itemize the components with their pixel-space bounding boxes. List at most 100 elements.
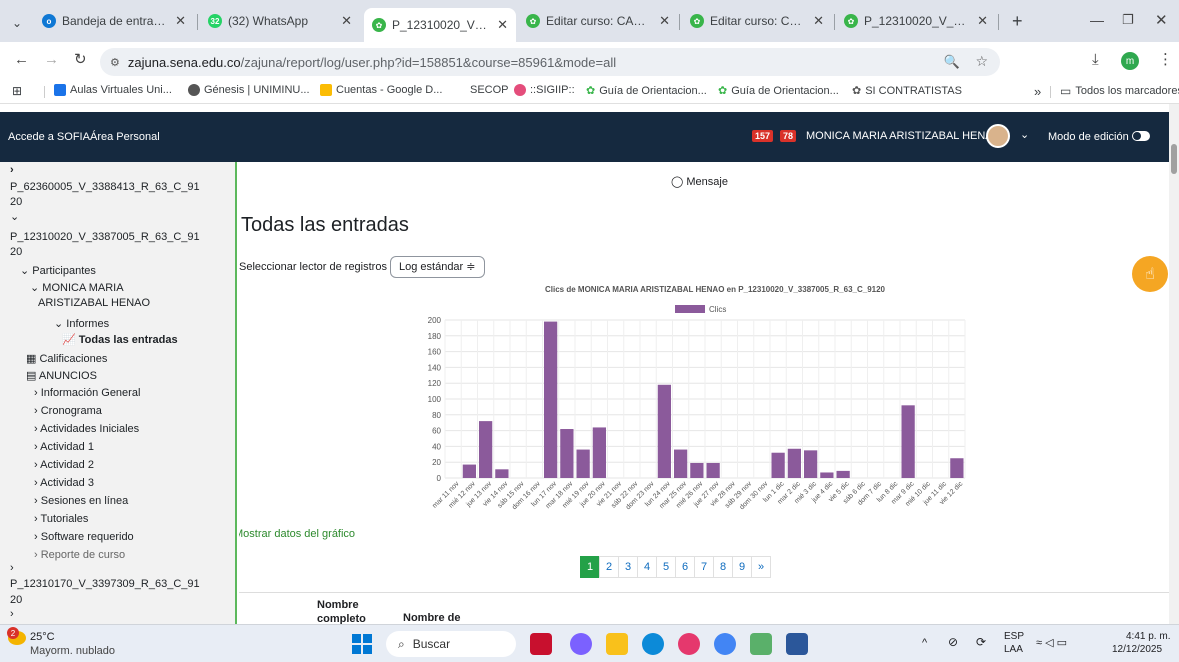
- file-explorer-icon[interactable]: [606, 633, 628, 655]
- column-header-fullname[interactable]: Nombre completo del: [317, 598, 383, 624]
- back-icon[interactable]: ←: [14, 51, 29, 68]
- clock-date[interactable]: 12/12/2025: [1112, 644, 1162, 655]
- sidebar-item-reporte[interactable]: › Reporte de curso: [34, 549, 125, 561]
- page-8[interactable]: 8: [713, 556, 733, 578]
- sidebar-item-anuncios[interactable]: ▤ ANUNCIOS: [26, 369, 97, 382]
- sidebar-item-participantes[interactable]: ⌄ Participantes: [20, 264, 96, 277]
- download-icon[interactable]: ⤓: [1092, 51, 1099, 68]
- sidebar-item-informes[interactable]: ⌄ Informes: [54, 317, 109, 330]
- menu-icon[interactable]: ⋮: [1158, 50, 1173, 68]
- bookmark-item[interactable]: ✿ Guía de Orientacion...: [586, 84, 707, 98]
- close-icon[interactable]: ✕: [977, 13, 988, 29]
- tab-report-2[interactable]: ✿ P_12310020_V_33870 ✕: [836, 8, 996, 34]
- message-badge[interactable]: 78: [780, 130, 797, 142]
- sidebar-item-cronograma[interactable]: › Cronograma: [34, 405, 102, 417]
- sidebar-item-actividades-iniciales[interactable]: › Actividades Iniciales: [34, 423, 139, 435]
- bookmark-item[interactable]: Génesis | UNIMINU...: [188, 84, 310, 96]
- page-next[interactable]: »: [751, 556, 771, 578]
- new-tab-button[interactable]: +: [1004, 8, 1028, 34]
- chevron-down-icon[interactable]: ⌄: [10, 210, 19, 223]
- notification-badge[interactable]: 157: [752, 130, 774, 142]
- sidebar-course-2[interactable]: P_12310020_V_3387005_R_63_C_91: [10, 231, 200, 243]
- lang-layout[interactable]: LAA: [1004, 644, 1023, 655]
- clock-time[interactable]: 4:41 p. m.: [1126, 631, 1170, 642]
- show-chart-data-link[interactable]: Mostrar datos del gráfico: [239, 528, 355, 540]
- sidebar-item-actividad-1[interactable]: › Actividad 1: [34, 441, 94, 453]
- network-off-icon[interactable]: ⊘: [948, 635, 958, 649]
- chevron-right-icon[interactable]: ›: [10, 608, 14, 620]
- nav-link-sofia[interactable]: Accede a SOFIA: [8, 131, 90, 143]
- bookmark-item[interactable]: ::SIGIIP::: [514, 84, 575, 96]
- sidebar-item-software[interactable]: › Software requerido: [34, 531, 134, 543]
- page-9[interactable]: 9: [732, 556, 752, 578]
- apps-grid-icon[interactable]: ⊞: [12, 84, 22, 98]
- forward-icon[interactable]: →: [44, 51, 59, 68]
- sidebar-item-calificaciones[interactable]: ▦ Calificaciones: [26, 352, 107, 365]
- tab-outlook[interactable]: o Bandeja de entrada: ✕: [34, 8, 194, 34]
- game-icon[interactable]: [530, 633, 552, 655]
- sidebar-item-info-general[interactable]: › Información General: [34, 387, 140, 399]
- column-header-name[interactable]: Nombre de: [403, 612, 460, 624]
- sync-icon[interactable]: ⟳: [976, 635, 986, 649]
- snipping-icon[interactable]: [750, 633, 772, 655]
- star-icon[interactable]: ☆: [975, 53, 988, 70]
- bookmark-item[interactable]: ✿ SI CONTRATISTAS: [852, 84, 962, 98]
- bookmark-item[interactable]: ✿ Guía de Orientacion...: [718, 84, 839, 98]
- handshake-icon[interactable]: ☝: [1132, 256, 1168, 292]
- weather-text[interactable]: Mayorm. nublado: [30, 645, 115, 657]
- tab-search-dropdown[interactable]: ⌄: [4, 10, 30, 36]
- tab-editar-curso-1[interactable]: ✿ Editar curso: CARACT ✕: [518, 8, 678, 34]
- sidebar-item-sesiones[interactable]: › Sesiones en línea: [34, 495, 128, 507]
- lang-code[interactable]: ESP: [1004, 631, 1024, 642]
- page-scrollbar[interactable]: [1169, 104, 1179, 624]
- chevron-right-icon[interactable]: ›: [10, 164, 14, 176]
- firefox-icon[interactable]: [678, 633, 700, 655]
- edge-icon[interactable]: [642, 633, 664, 655]
- page-3[interactable]: 3: [618, 556, 638, 578]
- sidebar-item-user[interactable]: ⌄ MONICA MARIA: [30, 281, 124, 294]
- avatar[interactable]: [986, 124, 1010, 148]
- close-icon[interactable]: ✕: [497, 17, 508, 33]
- nav-link-area-personal[interactable]: Área Personal: [90, 131, 160, 143]
- close-icon[interactable]: ✕: [813, 13, 824, 29]
- sidebar-item-actividad-3[interactable]: › Actividad 3: [34, 477, 94, 489]
- sidebar-course-3[interactable]: P_12310170_V_3397309_R_63_C_91: [10, 578, 200, 590]
- reload-icon[interactable]: ↻: [74, 50, 87, 68]
- site-info-icon[interactable]: ⚙: [110, 56, 120, 69]
- sidebar-course-1[interactable]: P_62360005_V_3388413_R_63_C_91: [10, 181, 200, 193]
- sidebar-item-tutoriales[interactable]: › Tutoriales: [34, 513, 88, 525]
- taskbar-search[interactable]: ⌕ Buscar: [386, 631, 516, 657]
- sidebar-item-actividad-2[interactable]: › Actividad 2: [34, 459, 94, 471]
- bookmark-item[interactable]: SECOP: [470, 84, 509, 96]
- zoom-icon[interactable]: 🔍: [944, 54, 960, 70]
- close-icon[interactable]: ✕: [175, 13, 186, 29]
- all-bookmarks[interactable]: ▭ Todos los marcadores: [1060, 84, 1179, 98]
- word-icon[interactable]: [786, 633, 808, 655]
- minimize-icon[interactable]: —: [1090, 12, 1104, 28]
- windows-start-icon[interactable]: [352, 634, 372, 654]
- page-1[interactable]: 1: [580, 556, 600, 578]
- page-6[interactable]: 6: [675, 556, 695, 578]
- window-close-icon[interactable]: ✕: [1155, 11, 1168, 29]
- page-7[interactable]: 7: [694, 556, 714, 578]
- sidebar-item-todas-entradas[interactable]: 📈 Todas las entradas: [62, 333, 178, 346]
- tray-chevron-icon[interactable]: ^: [922, 637, 927, 649]
- temperature[interactable]: 25°C: [30, 631, 55, 643]
- tab-editar-curso-2[interactable]: ✿ Editar curso: CARACT ✕: [682, 8, 832, 34]
- wifi-volume-battery-icon[interactable]: ≈ ◁ ▭: [1036, 636, 1067, 649]
- log-reader-select[interactable]: Log estándar ≑: [390, 256, 485, 278]
- tab-active-report[interactable]: ✿ P_12310020_V_33870 ✕: [364, 8, 516, 42]
- restore-icon[interactable]: ❐: [1122, 12, 1134, 28]
- close-icon[interactable]: ✕: [341, 13, 352, 29]
- edit-mode-toggle[interactable]: [1132, 131, 1150, 141]
- page-4[interactable]: 4: [637, 556, 657, 578]
- user-name[interactable]: MONICA MARIA ARISTIZABAL HENAO: [806, 130, 1001, 142]
- page-5[interactable]: 5: [656, 556, 676, 578]
- page-2[interactable]: 2: [599, 556, 619, 578]
- close-icon[interactable]: ✕: [659, 13, 670, 29]
- message-button[interactable]: ◯ Mensaje: [671, 175, 728, 188]
- profile-avatar[interactable]: m: [1121, 52, 1139, 70]
- bookmark-item[interactable]: Cuentas - Google D...: [320, 84, 442, 96]
- bookmark-item[interactable]: Aulas Virtuales Uni...: [54, 84, 172, 96]
- tab-whatsapp[interactable]: 32 (32) WhatsApp ✕: [200, 8, 360, 34]
